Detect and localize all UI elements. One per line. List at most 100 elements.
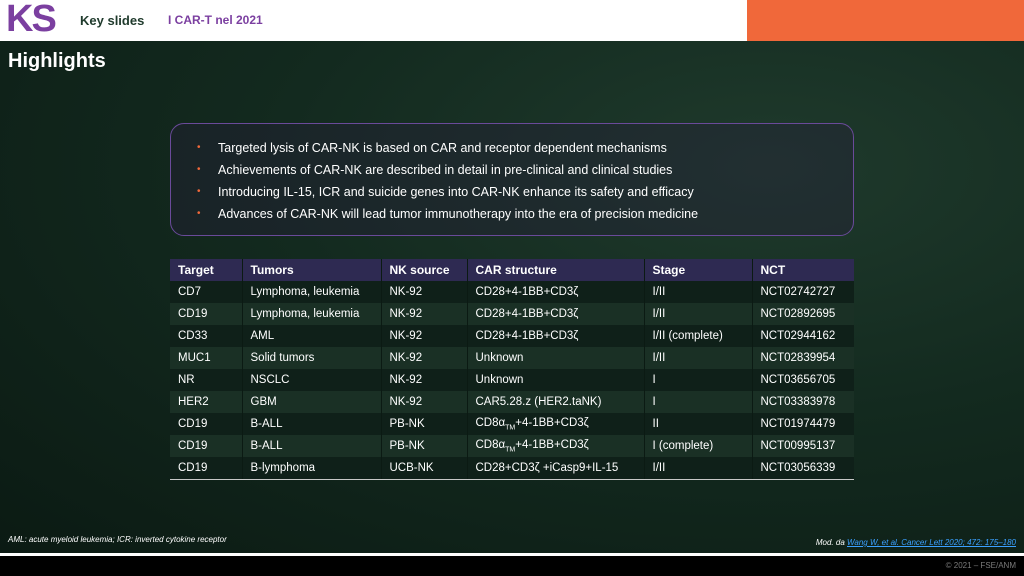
car-text: +4-1BB+CD3ζ: [515, 438, 589, 451]
cell-tumors: Solid tumors: [241, 347, 381, 369]
table-row: NR NSCLC NK-92 Unknown I NCT03656705: [170, 369, 854, 391]
cell-target: NR: [170, 369, 242, 391]
table-row: CD33 AML NK-92 CD28+4-1BB+CD3ζ I/II (com…: [170, 325, 854, 347]
bullet-text: Introducing IL-15, ICR and suicide genes…: [218, 185, 694, 199]
car-text: CD8α: [475, 416, 506, 429]
cell-source: NK-92: [380, 281, 467, 303]
cell-car: CAR5.28.z (HER2.taNK): [466, 391, 644, 413]
cell-source: NK-92: [380, 325, 467, 347]
header-car-structure: CAR structure: [466, 259, 644, 281]
header-nct: NCT: [751, 259, 854, 281]
cell-car: CD28+CD3ζ +iCasp9+IL-15: [466, 457, 644, 480]
bullet-icon: •: [197, 208, 201, 219]
cell-target: CD19: [170, 413, 242, 435]
page-title: Highlights: [8, 50, 106, 72]
table-row: CD19 Lymphoma, leukemia NK-92 CD28+4-1BB…: [170, 303, 854, 325]
cell-source: UCB-NK: [380, 457, 467, 480]
table-row: HER2 GBM NK-92 CAR5.28.z (HER2.taNK) I N…: [170, 391, 854, 413]
bullet-icon: •: [197, 142, 201, 153]
cell-car: CD8αTM+4-1BB+CD3ζ: [466, 413, 644, 435]
cell-target: HER2: [170, 391, 242, 413]
cell-car: CD28+4-1BB+CD3ζ: [466, 281, 644, 303]
cell-source: NK-92: [380, 303, 467, 325]
cell-tumors: NSCLC: [241, 369, 381, 391]
header-nk-source: NK source: [380, 259, 467, 281]
header-tumors: Tumors: [241, 259, 381, 281]
cell-tumors: B-lymphoma: [241, 457, 381, 480]
cell-car: CD28+4-1BB+CD3ζ: [466, 303, 644, 325]
logo-text: KS: [6, 0, 57, 40]
table-header-row: Target Tumors NK source CAR structure St…: [170, 259, 854, 281]
source-footnote: Mod. da Wang W, et al. Cancer Lett 2020;…: [816, 538, 1016, 547]
cell-stage: I/II: [643, 303, 752, 325]
cell-car: Unknown: [466, 347, 644, 369]
table-row: CD19 B-lymphoma UCB-NK CD28+CD3ζ +iCasp9…: [170, 457, 854, 480]
bullet-icon: •: [197, 164, 201, 175]
car-text: CD8α: [475, 438, 506, 451]
cell-tumors: Lymphoma, leukemia: [241, 281, 381, 303]
cell-nct: NCT02839954: [751, 347, 854, 369]
bullet-icon: •: [197, 186, 201, 197]
cell-source: PB-NK: [380, 413, 467, 435]
cell-car: Unknown: [466, 369, 644, 391]
header-bar: KS Key slides I CAR-T nel 2021: [0, 0, 747, 41]
cell-nct: NCT03656705: [751, 369, 854, 391]
cell-stage: I/II: [643, 347, 752, 369]
cell-stage: II: [643, 413, 752, 435]
cell-stage: I/II (complete): [643, 325, 752, 347]
cell-car: CD28+4-1BB+CD3ζ: [466, 325, 644, 347]
cell-source: NK-92: [380, 391, 467, 413]
table-row: CD19 B-ALL PB-NK CD8αTM+4-1BB+CD3ζ II NC…: [170, 413, 854, 435]
header-stage: Stage: [643, 259, 752, 281]
highlights-box: • Targeted lysis of CAR-NK is based on CA…: [170, 123, 854, 236]
car-text: +4-1BB+CD3ζ: [515, 416, 589, 429]
source-prefix: Mod. da: [815, 538, 847, 547]
cell-car: CD8αTM+4-1BB+CD3ζ: [466, 435, 644, 457]
cell-target: CD19: [170, 457, 242, 480]
section-label: Key slides: [80, 13, 145, 28]
car-subscript: TM: [505, 446, 516, 454]
cell-target: CD19: [170, 435, 242, 457]
cell-stage: I/II: [643, 281, 752, 303]
header-target: Target: [170, 259, 242, 281]
cell-stage: I (complete): [643, 435, 752, 457]
cell-tumors: GBM: [241, 391, 381, 413]
footer-divider: [0, 553, 1024, 556]
cell-nct: NCT02892695: [751, 303, 854, 325]
bullet-text: Advances of CAR-NK will lead tumor immun…: [218, 207, 699, 221]
cell-nct: NCT03383978: [751, 391, 854, 413]
cell-tumors: B-ALL: [241, 435, 381, 457]
list-item: • Achievements of CAR-NK are described in…: [197, 159, 853, 181]
list-item: • Targeted lysis of CAR-NK is based on CA…: [197, 137, 853, 159]
cell-nct: NCT00995137: [751, 435, 854, 457]
cell-stage: I: [643, 391, 752, 413]
cell-stage: I: [643, 369, 752, 391]
list-item: • Introducing IL-15, ICR and suicide gene…: [197, 181, 853, 203]
cell-source: NK-92: [380, 347, 467, 369]
cell-tumors: AML: [241, 325, 381, 347]
bullet-text: Targeted lysis of CAR-NK is based on CAR…: [218, 141, 667, 155]
cell-target: MUC1: [170, 347, 242, 369]
car-nk-trials-table: Target Tumors NK source CAR structure St…: [170, 259, 854, 480]
table-row: MUC1 Solid tumors NK-92 Unknown I/II NCT…: [170, 347, 854, 369]
table-row: CD19 B-ALL PB-NK CD8αTM+4-1BB+CD3ζ I (co…: [170, 435, 854, 457]
header-accent-block: [747, 0, 1024, 41]
abbreviations-footnote: AML: acute myeloid leukemia; ICR: invert…: [8, 535, 227, 544]
cell-nct: NCT02742727: [751, 281, 854, 303]
cell-nct: NCT03056339: [751, 457, 854, 480]
cell-source: NK-92: [380, 369, 467, 391]
table-row: CD7 Lymphoma, leukemia NK-92 CD28+4-1BB+…: [170, 281, 854, 303]
list-item: • Advances of CAR-NK will lead tumor immu…: [197, 203, 853, 225]
cell-stage: I/II: [643, 457, 752, 480]
cell-target: CD33: [170, 325, 242, 347]
highlights-list: • Targeted lysis of CAR-NK is based on CA…: [171, 124, 853, 225]
bullet-text: Achievements of CAR-NK are described in …: [218, 163, 673, 177]
cell-tumors: B-ALL: [241, 413, 381, 435]
copyright: © 2021 – FSE/ANM: [945, 561, 1016, 570]
cell-nct: NCT01974479: [751, 413, 854, 435]
car-subscript: TM: [505, 424, 516, 432]
reference-link[interactable]: Wang W, et al. Cancer Lett 2020; 472: 17…: [847, 538, 1016, 547]
cell-target: CD19: [170, 303, 242, 325]
cell-tumors: Lymphoma, leukemia: [241, 303, 381, 325]
ks-logo: KS: [6, 0, 72, 40]
